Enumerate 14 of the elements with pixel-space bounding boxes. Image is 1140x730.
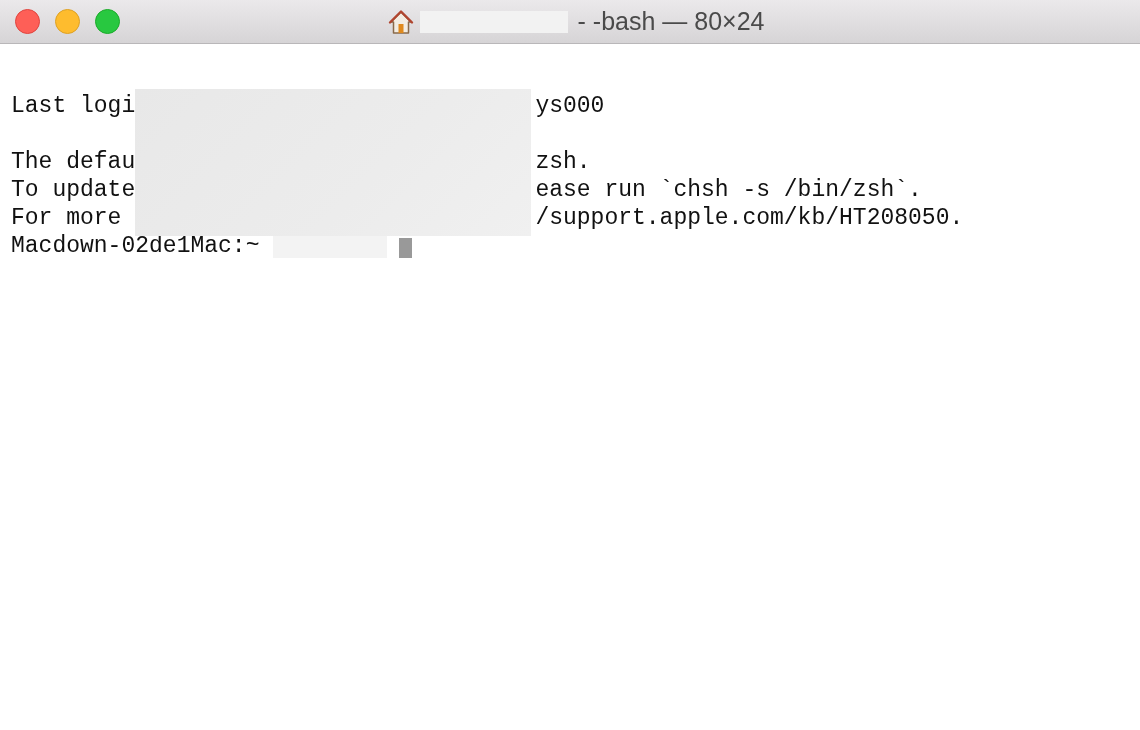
terminal-text: ease run `chsh -s /bin/zsh`. [535,176,922,204]
terminal-text: /support.apple.com/kb/HT208050. [535,204,964,232]
terminal-text: ys000 [535,92,605,120]
terminal-text: For more [11,204,123,232]
terminal-text: Last logi [11,92,136,120]
zoom-button[interactable] [95,9,120,34]
shell-prompt: Macdown-02de1Mac:~ [11,232,260,260]
window-title: - -bash — 80×24 [577,7,765,36]
home-folder-icon [387,8,414,35]
close-button[interactable] [15,9,40,34]
minimize-button[interactable] [55,9,80,34]
terminal-text: zsh. [535,148,591,176]
terminal-text: To update [11,176,136,204]
terminal-text: The defau [11,148,136,176]
